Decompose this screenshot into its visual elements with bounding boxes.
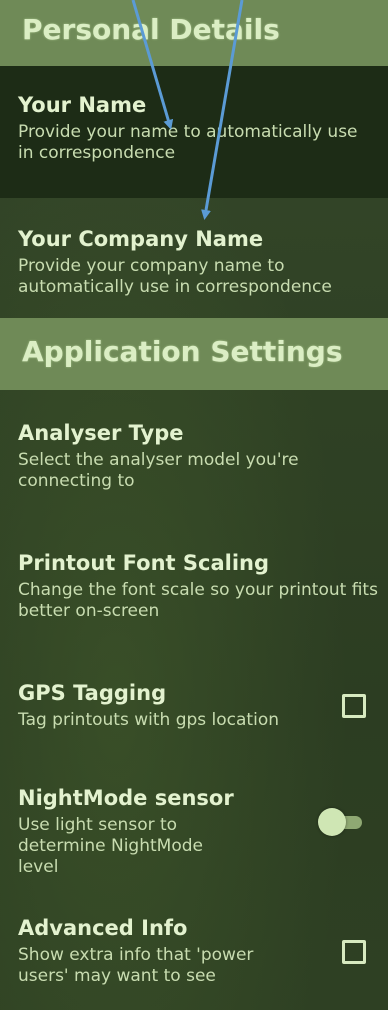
nightmode-sensor-toggle[interactable]: [318, 808, 364, 836]
setting-description: Tag printouts with gps location: [18, 710, 279, 730]
advanced-info-checkbox[interactable]: [342, 940, 366, 964]
setting-description: Select the analyser model you're connect…: [18, 450, 299, 491]
setting-advanced-info[interactable]: Advanced Info Show extra info that 'powe…: [18, 915, 378, 987]
setting-printout-font-scaling[interactable]: Printout Font Scaling Change the font sc…: [18, 550, 378, 622]
section-header-personal-details: Personal Details: [0, 0, 388, 66]
setting-description: Change the font scale so your printout f…: [18, 580, 378, 621]
setting-gps-tagging[interactable]: GPS Tagging Tag printouts with gps locat…: [18, 680, 378, 731]
setting-title: Printout Font Scaling: [18, 551, 270, 575]
setting-title: Your Company Name: [18, 227, 264, 251]
setting-your-company-name[interactable]: Your Company Name Provide your company n…: [18, 226, 378, 298]
setting-title: GPS Tagging: [18, 681, 167, 705]
setting-your-name[interactable]: Your Name Provide your name to automatic…: [18, 92, 378, 164]
setting-description: Use light sensor to determine NightMode …: [18, 815, 203, 877]
settings-screen: Personal Details Your Name Provide your …: [0, 0, 388, 1010]
setting-description: Provide your name to automatically use i…: [18, 122, 358, 163]
setting-description: Show extra info that 'power users' may w…: [18, 945, 254, 986]
setting-analyser-type[interactable]: Analyser Type Select the analyser model …: [18, 420, 378, 492]
setting-title: Your Name: [18, 93, 147, 117]
setting-description: Provide your company name to automatical…: [18, 256, 332, 297]
setting-title: Advanced Info: [18, 916, 188, 940]
setting-title: Analyser Type: [18, 421, 184, 445]
toggle-thumb: [318, 808, 346, 836]
section-header-application-settings: Application Settings: [0, 318, 388, 390]
gps-tagging-checkbox[interactable]: [342, 694, 366, 718]
